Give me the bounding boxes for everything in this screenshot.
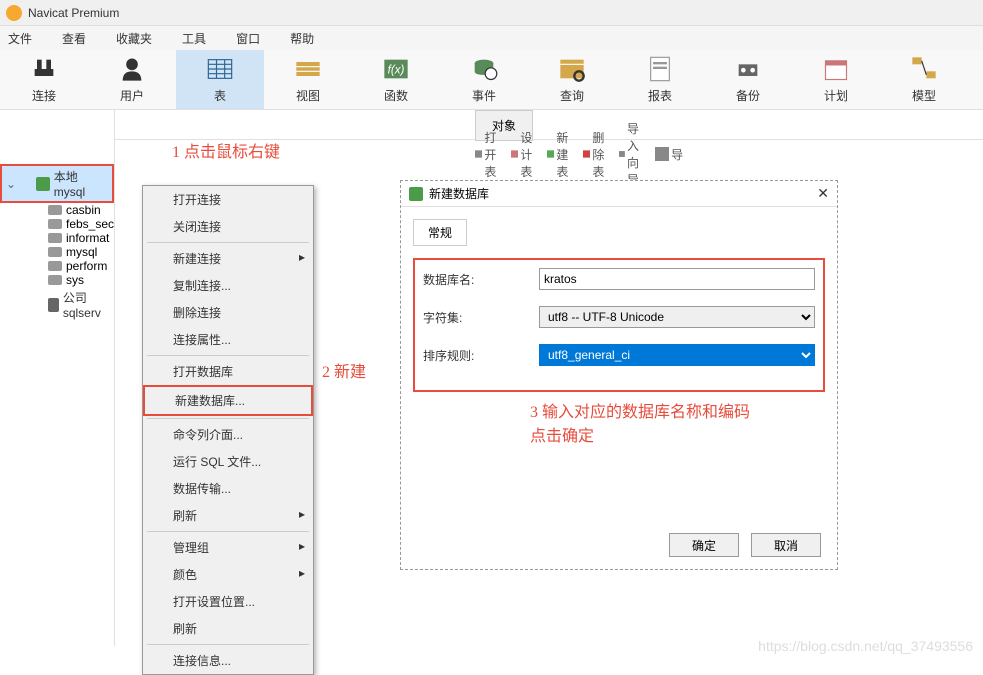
database-icon: [48, 247, 62, 257]
annotation-2: 2 新建: [322, 358, 366, 382]
form-section: 数据库名: 字符集: utf8 -- UTF-8 Unicode 排序规则: u…: [413, 258, 825, 392]
select-charset[interactable]: utf8 -- UTF-8 Unicode: [539, 306, 815, 328]
ctx-run-sql[interactable]: 运行 SQL 文件...: [143, 448, 313, 475]
tab-general[interactable]: 常规: [413, 219, 467, 246]
toolbar-view[interactable]: 视图: [264, 55, 352, 104]
toolbar: 连接 用户 表 视图 f(x) 函数 事件 查询 报表 备份 计划 模型: [0, 50, 983, 110]
ctx-cmd-interface[interactable]: 命令列介面...: [143, 421, 313, 448]
tree-child[interactable]: mysql: [0, 245, 114, 259]
tree-node-selected[interactable]: ⌄ 本地mysql: [0, 164, 114, 203]
app-title: Navicat Premium: [28, 6, 119, 20]
label-collation: 排序规则:: [423, 347, 539, 364]
toolbar-event[interactable]: 事件: [440, 55, 528, 104]
database-icon: [48, 205, 62, 215]
annotation-1: 1 点击鼠标右键: [172, 138, 280, 162]
tree-child[interactable]: febs_sec: [0, 217, 114, 231]
annotation-3b: 点击确定: [530, 422, 594, 446]
ctx-conn-props[interactable]: 连接属性...: [143, 326, 313, 353]
action-new-table[interactable]: 新建表: [547, 129, 575, 180]
menu-file[interactable]: 文件: [8, 30, 32, 47]
menu-bar: 文件 查看 收藏夹 工具 窗口 帮助: [0, 26, 983, 50]
toolbar-report[interactable]: 报表: [616, 55, 704, 104]
separator: [147, 418, 309, 419]
separator: [147, 531, 309, 532]
toolbar-backup[interactable]: 备份: [704, 55, 792, 104]
ctx-open-settings[interactable]: 打开设置位置...: [143, 588, 313, 615]
tree-child[interactable]: perform: [0, 259, 114, 273]
expand-icon[interactable]: ⌄: [6, 177, 16, 191]
ok-button[interactable]: 确定: [669, 533, 739, 557]
input-dbname[interactable]: [539, 268, 815, 290]
close-icon[interactable]: ✕: [817, 185, 829, 202]
action-design-table[interactable]: 设计表: [511, 129, 539, 180]
toolbar-table[interactable]: 表: [176, 50, 264, 109]
database-icon: [48, 233, 62, 243]
menu-view[interactable]: 查看: [62, 30, 86, 47]
ctx-manage-group[interactable]: 管理组: [143, 534, 313, 561]
database-icon: [48, 275, 62, 285]
form-row-collation: 排序规则: utf8_general_ci: [423, 344, 815, 366]
menu-window[interactable]: 窗口: [236, 30, 260, 47]
sqlserver-icon: [48, 298, 59, 312]
menu-tools[interactable]: 工具: [182, 30, 206, 47]
form-row-dbname: 数据库名:: [423, 268, 815, 290]
app-icon: [6, 5, 22, 21]
dialog-buttons: 确定 取消: [669, 533, 821, 557]
tree-child[interactable]: casbin: [0, 203, 114, 217]
ctx-new-db[interactable]: 新建数据库...: [143, 385, 313, 416]
new-database-dialog: 新建数据库 ✕ 常规 数据库名: 字符集: utf8 -- UTF-8 Unic…: [400, 180, 838, 570]
separator: [147, 355, 309, 356]
dialog-title-bar[interactable]: 新建数据库 ✕: [401, 181, 837, 207]
ctx-delete-conn[interactable]: 删除连接: [143, 299, 313, 326]
title-bar: Navicat Premium: [0, 0, 983, 26]
ctx-copy-conn[interactable]: 复制连接...: [143, 272, 313, 299]
cancel-button[interactable]: 取消: [751, 533, 821, 557]
database-icon: [48, 261, 62, 271]
toolbar-model[interactable]: 模型: [880, 55, 968, 104]
context-menu: 打开连接 关闭连接 新建连接 复制连接... 删除连接 连接属性... 打开数据…: [142, 185, 314, 675]
ctx-refresh[interactable]: 刷新: [143, 502, 313, 529]
action-delete-table[interactable]: 删除表: [583, 129, 611, 180]
watermark: https://blog.csdn.net/qq_37493556: [758, 638, 973, 654]
mysql-icon: [36, 177, 50, 191]
ctx-new-conn[interactable]: 新建连接: [143, 245, 313, 272]
ctx-close-conn[interactable]: 关闭连接: [143, 213, 313, 240]
tree-node-other[interactable]: 公司sqlserv: [0, 287, 114, 322]
separator: [147, 242, 309, 243]
ctx-open-db[interactable]: 打开数据库: [143, 358, 313, 385]
action-open-table[interactable]: 打开表: [475, 129, 503, 180]
ctx-color[interactable]: 颜色: [143, 561, 313, 588]
svg-text:f(x): f(x): [388, 64, 405, 77]
database-icon: [48, 219, 62, 229]
annotation-3: 3 输入对应的数据库名称和编码: [530, 398, 750, 422]
ctx-refresh2[interactable]: 刷新: [143, 615, 313, 642]
separator: [147, 644, 309, 645]
ctx-data-transfer[interactable]: 数据传输...: [143, 475, 313, 502]
label-charset: 字符集:: [423, 309, 539, 326]
dialog-title: 新建数据库: [429, 185, 489, 202]
database-icon: [409, 187, 423, 201]
ctx-conn-info[interactable]: 连接信息...: [143, 647, 313, 674]
toolbar-query[interactable]: 查询: [528, 55, 616, 104]
toolbar-connection[interactable]: 连接: [0, 55, 88, 104]
select-collation[interactable]: utf8_general_ci: [539, 344, 815, 366]
toolbar-user[interactable]: 用户: [88, 55, 176, 104]
sidebar: ⌄ 本地mysql casbin febs_sec informat mysql…: [0, 110, 115, 646]
action-export[interactable]: 导: [655, 146, 683, 163]
toolbar-schedule[interactable]: 计划: [792, 55, 880, 104]
label-dbname: 数据库名:: [423, 271, 539, 288]
menu-help[interactable]: 帮助: [290, 30, 314, 47]
tree-child[interactable]: informat: [0, 231, 114, 245]
ctx-open-conn[interactable]: 打开连接: [143, 186, 313, 213]
action-import-wizard[interactable]: 导入向导: [619, 120, 647, 188]
toolbar-function[interactable]: f(x) 函数: [352, 55, 440, 104]
menu-favorites[interactable]: 收藏夹: [116, 30, 152, 47]
tree-child[interactable]: sys: [0, 273, 114, 287]
dialog-body: 常规 数据库名: 字符集: utf8 -- UTF-8 Unicode 排序规则…: [401, 207, 837, 404]
form-row-charset: 字符集: utf8 -- UTF-8 Unicode: [423, 306, 815, 328]
